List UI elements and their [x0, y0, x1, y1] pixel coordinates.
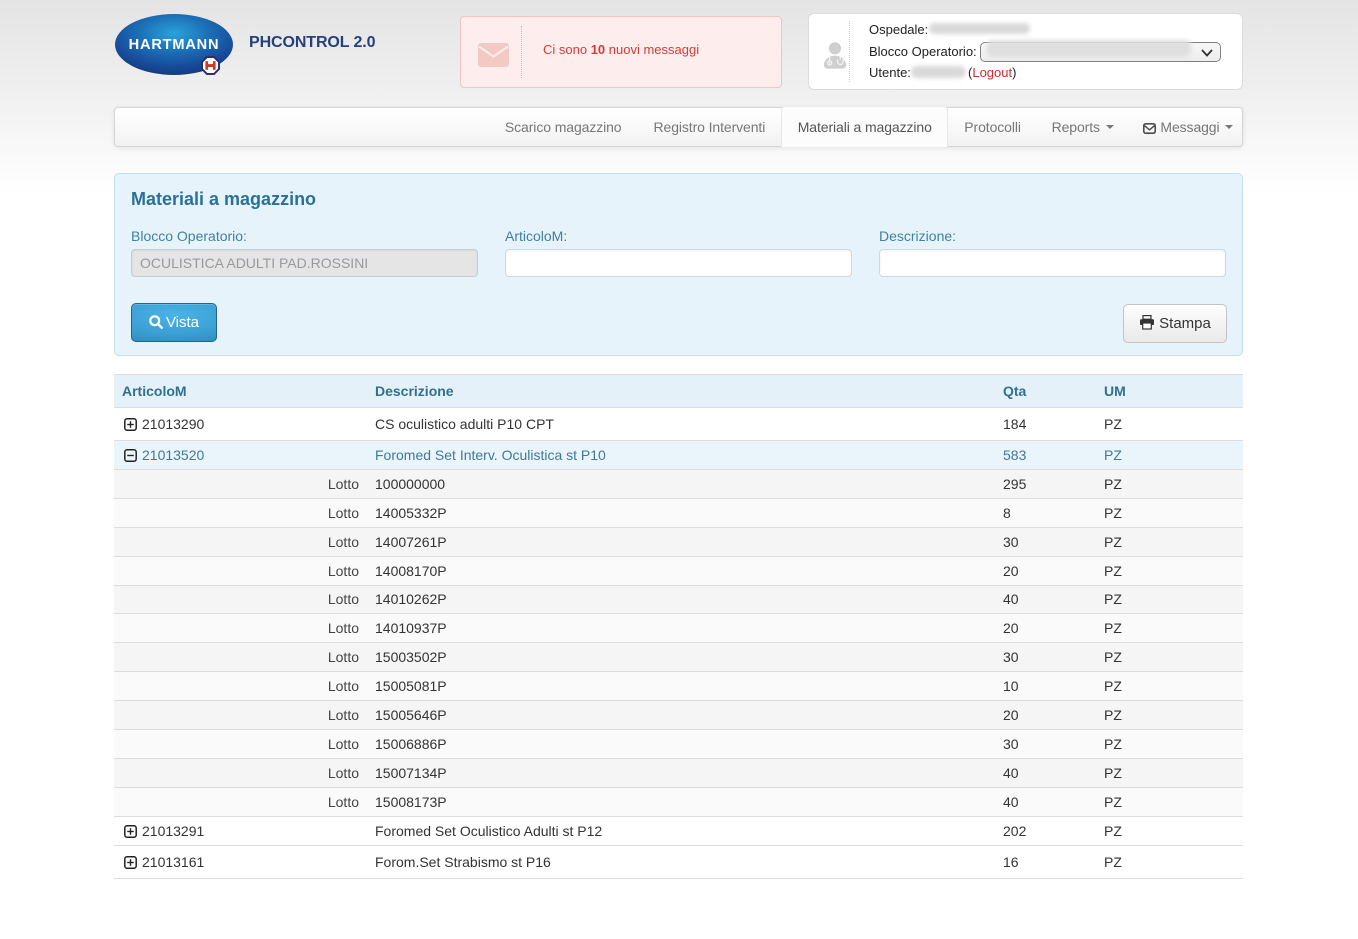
svg-text:HARTMANN: HARTMANN — [129, 37, 220, 53]
